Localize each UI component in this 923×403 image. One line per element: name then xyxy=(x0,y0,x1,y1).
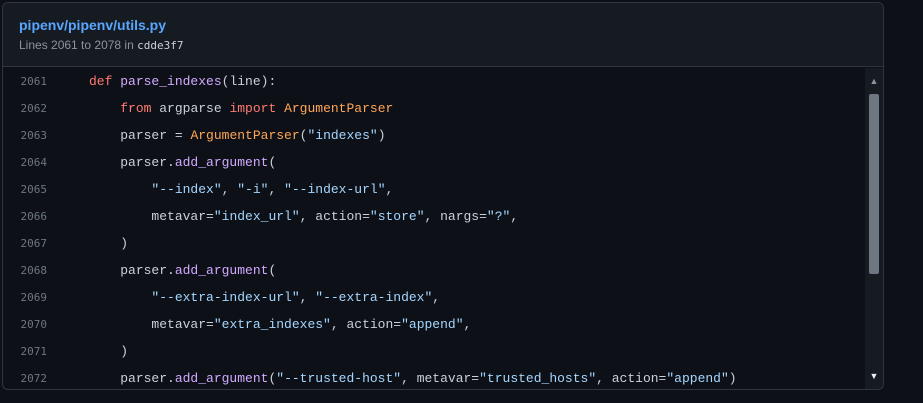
code-token: "trusted_hosts" xyxy=(479,371,597,386)
line-number[interactable]: 2069 xyxy=(3,291,48,304)
code-scroll-area[interactable]: 2061 def parse_indexes(line): 2062 from ar… xyxy=(3,68,883,389)
code-line: 2062 from argparse import ArgumentParser xyxy=(3,95,865,122)
code-line: 2070 metavar="extra_indexes", action="ap… xyxy=(3,311,865,338)
line-number[interactable]: 2072 xyxy=(3,372,48,385)
code-token: ) xyxy=(120,236,129,251)
code-token: add_argument xyxy=(174,263,269,278)
scroll-thumb[interactable] xyxy=(869,94,879,274)
code-token: ArgumentParser xyxy=(284,101,394,116)
line-number[interactable]: 2062 xyxy=(3,102,48,115)
code-text: parser = ArgumentParser("indexes") xyxy=(47,128,386,143)
code-line: 2064 parser.add_argument( xyxy=(3,149,865,176)
code-token: parser. xyxy=(120,263,175,278)
code-token: , xyxy=(299,290,316,305)
file-path-link[interactable]: pipenv/pipenv/utils.py xyxy=(19,16,883,34)
code-line: 2061 def parse_indexes(line): xyxy=(3,68,865,95)
code-token: "--extra-index-url" xyxy=(151,290,300,305)
code-text: parser.add_argument( xyxy=(47,155,276,170)
code-text: metavar="extra_indexes", action="append"… xyxy=(47,317,471,332)
code-token: ) xyxy=(728,371,737,386)
code-text: ) xyxy=(47,344,128,359)
code-token: , xyxy=(432,290,441,305)
lines-range-text: Lines 2061 to 2078 in xyxy=(19,38,134,52)
code-token: "append" xyxy=(666,371,729,386)
line-number[interactable]: 2065 xyxy=(3,183,48,196)
code-line: 2065 "--index", "-i", "--index-url", xyxy=(3,176,865,203)
code-table: 2061 def parse_indexes(line): 2062 from ar… xyxy=(3,68,865,389)
line-number[interactable]: 2061 xyxy=(3,75,48,88)
code-token: , xyxy=(385,182,394,197)
code-token: , action= xyxy=(596,371,667,386)
code-token: argparse xyxy=(151,101,230,116)
snippet-meta: Lines 2061 to 2078 in cdde3f7 xyxy=(19,37,883,54)
code-text: "--index", "-i", "--index-url", xyxy=(47,182,393,197)
code-token: ( xyxy=(268,263,277,278)
code-token: "--extra-index" xyxy=(315,290,433,305)
code-text: metavar="index_url", action="store", nar… xyxy=(47,209,518,224)
code-text: parser.add_argument("--trusted-host", me… xyxy=(47,371,737,386)
code-token: parse_indexes xyxy=(120,74,222,89)
snippet-header: pipenv/pipenv/utils.py Lines 2061 to 207… xyxy=(3,3,883,67)
code-token: , metavar= xyxy=(401,371,480,386)
code-token: "store" xyxy=(369,209,425,224)
code-token: import xyxy=(229,101,277,116)
code-token: "?" xyxy=(486,209,511,224)
code-token: , action= xyxy=(299,209,370,224)
code-line: 2071 ) xyxy=(3,338,865,365)
code-text: "--extra-index-url", "--extra-index", xyxy=(47,290,440,305)
code-token: , action= xyxy=(330,317,402,332)
vertical-scrollbar[interactable]: ▲ ▼ xyxy=(865,68,883,389)
line-number[interactable]: 2064 xyxy=(3,156,48,169)
code-snippet-card: pipenv/pipenv/utils.py Lines 2061 to 207… xyxy=(2,2,884,390)
code-token: "--index" xyxy=(151,182,222,197)
code-token: ) xyxy=(377,128,386,143)
code-line: 2063 parser = ArgumentParser("indexes") xyxy=(3,122,865,149)
code-token: , xyxy=(510,209,519,224)
code-token: "append" xyxy=(401,317,464,332)
code-token: "index_url" xyxy=(213,209,300,224)
code-token: ( xyxy=(268,155,277,170)
code-token: "-i" xyxy=(237,182,269,197)
code-token: parser = xyxy=(120,128,191,143)
code-token: , xyxy=(268,182,285,197)
commit-sha-link[interactable]: cdde3f7 xyxy=(137,39,183,52)
code-token: parser. xyxy=(120,155,175,170)
line-number[interactable]: 2066 xyxy=(3,210,48,223)
code-token: ) xyxy=(120,344,129,359)
code-token: , xyxy=(463,317,472,332)
code-line: 2067 ) xyxy=(3,230,865,257)
code-text: def parse_indexes(line): xyxy=(47,74,276,89)
line-number[interactable]: 2067 xyxy=(3,237,48,250)
scroll-down-icon[interactable]: ▼ xyxy=(865,367,883,385)
code-token: "--trusted-host" xyxy=(276,371,402,386)
code-token: , nargs= xyxy=(424,209,487,224)
line-number[interactable]: 2063 xyxy=(3,129,48,142)
code-text: parser.add_argument( xyxy=(47,263,276,278)
scroll-up-icon[interactable]: ▲ xyxy=(865,72,883,90)
code-token: metavar= xyxy=(151,209,214,224)
code-token: "indexes" xyxy=(307,128,378,143)
code-text: from argparse import ArgumentParser xyxy=(47,101,393,116)
line-number[interactable]: 2071 xyxy=(3,345,48,358)
line-number[interactable]: 2070 xyxy=(3,318,48,331)
code-token: add_argument xyxy=(174,155,269,170)
code-token: "--index-url" xyxy=(284,182,386,197)
code-token: from xyxy=(120,101,152,116)
code-line: 2066 metavar="index_url", action="store"… xyxy=(3,203,865,230)
code-token: (line): xyxy=(221,74,277,89)
code-token: add_argument xyxy=(174,371,269,386)
code-token: ArgumentParser xyxy=(190,128,300,143)
code-token: def xyxy=(89,74,113,89)
code-token: "extra_indexes" xyxy=(213,317,331,332)
code-token: , xyxy=(221,182,238,197)
code-text: ) xyxy=(47,236,128,251)
code-line: 2068 parser.add_argument( xyxy=(3,257,865,284)
code-token: metavar= xyxy=(151,317,214,332)
code-line: 2072 parser.add_argument("--trusted-host… xyxy=(3,365,865,389)
code-line: 2069 "--extra-index-url", "--extra-index… xyxy=(3,284,865,311)
line-number[interactable]: 2068 xyxy=(3,264,48,277)
code-token: parser. xyxy=(120,371,175,386)
